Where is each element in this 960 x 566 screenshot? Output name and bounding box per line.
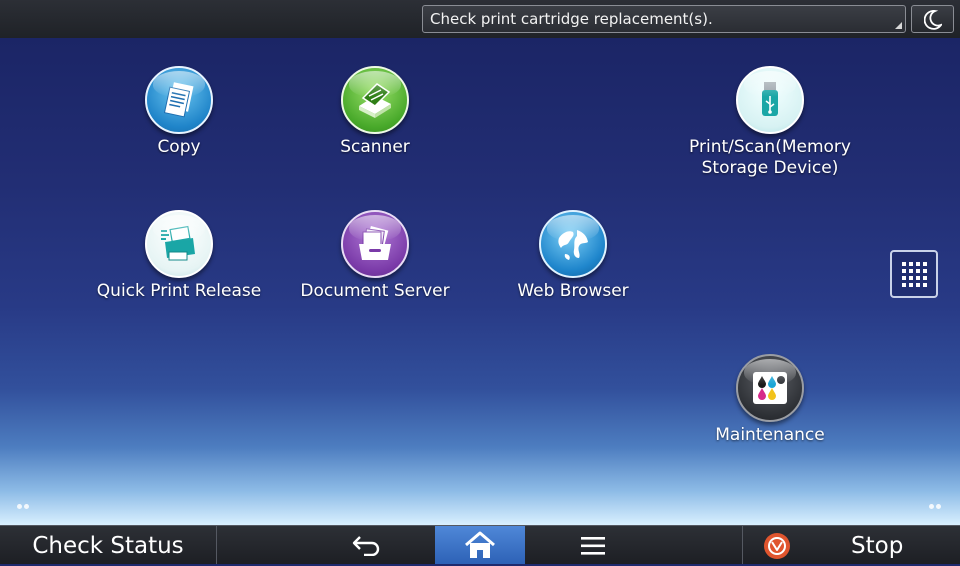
menu-button[interactable]: [581, 536, 605, 560]
app-label: Web Browser: [517, 281, 629, 301]
copy-icon: [145, 66, 213, 134]
back-arrow-icon: [352, 536, 380, 557]
page-indicator-right[interactable]: [929, 494, 943, 513]
scanner-icon: [341, 66, 409, 134]
status-bar: Check print cartridge replacement(s).: [0, 0, 960, 38]
hamburger-menu-icon: [581, 537, 605, 555]
app-list-button[interactable]: [890, 250, 938, 298]
expand-corner-icon: [895, 22, 902, 29]
app-maintenance[interactable]: Maintenance: [685, 354, 855, 446]
app-quick-print-release[interactable]: Quick Print Release: [94, 210, 264, 302]
app-copy[interactable]: Copy: [94, 66, 264, 158]
home-icon: [465, 531, 495, 558]
stop-button[interactable]: Stop: [742, 526, 960, 564]
ink-drops-icon: [736, 354, 804, 422]
home-button[interactable]: [435, 526, 525, 564]
document-server-icon: [341, 210, 409, 278]
back-button[interactable]: [352, 534, 382, 560]
home-screen: Copy Scanner Print/Scan(Memory Storage D…: [0, 38, 960, 525]
energy-saver-button[interactable]: [911, 5, 954, 33]
check-status-button[interactable]: Check Status: [0, 526, 217, 564]
app-label: Quick Print Release: [96, 281, 262, 301]
app-label: Scanner: [340, 137, 410, 157]
system-message-box[interactable]: Check print cartridge replacement(s).: [422, 5, 906, 33]
app-label: Print/Scan(Memory Storage Device): [689, 137, 851, 178]
usb-icon: [736, 66, 804, 134]
moon-icon: [924, 10, 942, 30]
stop-label: Stop: [851, 533, 904, 559]
app-label: Document Server: [300, 281, 450, 301]
system-message-text: Check print cartridge replacement(s).: [430, 10, 713, 28]
globe-icon: [539, 210, 607, 278]
app-label: Maintenance: [715, 425, 825, 445]
app-scanner[interactable]: Scanner: [290, 66, 460, 158]
grid-icon: [902, 262, 927, 287]
page-indicator-left[interactable]: [17, 494, 31, 513]
bottom-bar: Check Status Stop: [0, 525, 960, 564]
app-web-browser[interactable]: Web Browser: [488, 210, 658, 302]
printer-icon: [145, 210, 213, 278]
app-print-scan-memory[interactable]: Print/Scan(Memory Storage Device): [685, 66, 855, 179]
stop-icon: [764, 533, 790, 559]
app-document-server[interactable]: Document Server: [290, 210, 460, 302]
app-label: Copy: [157, 137, 201, 157]
